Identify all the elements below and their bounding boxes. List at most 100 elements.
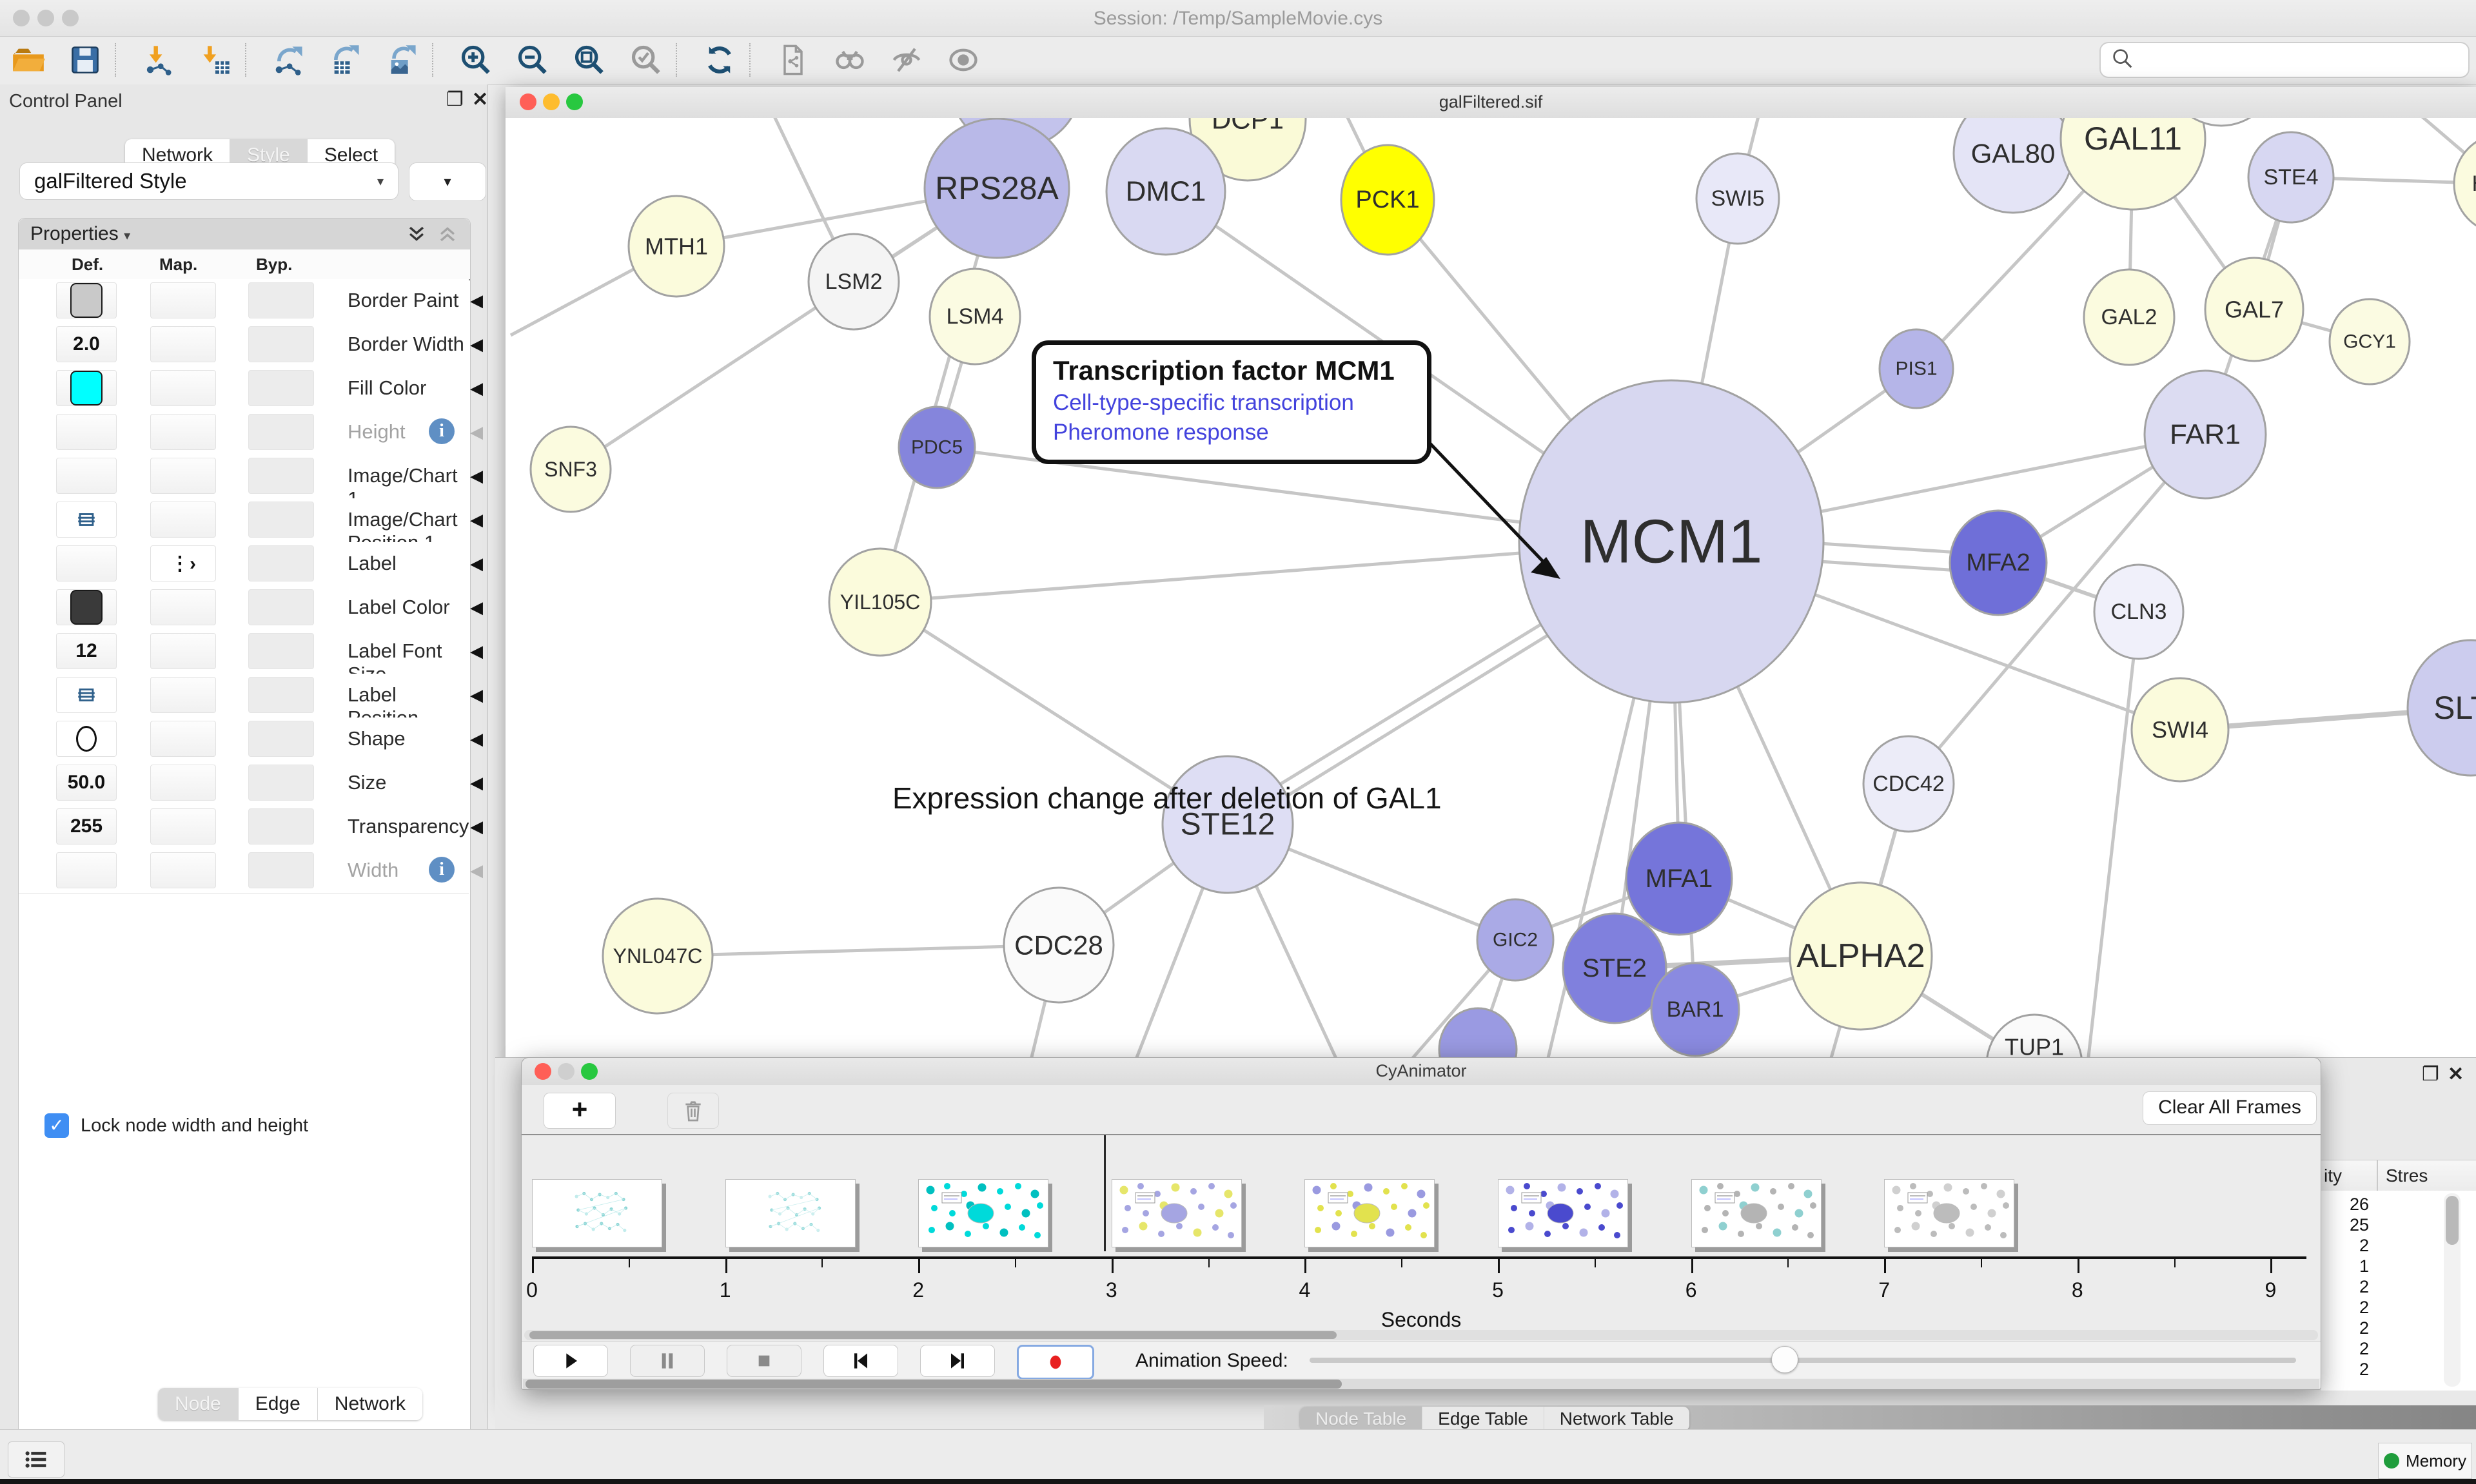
style-options-button[interactable]: ▾ <box>409 162 486 201</box>
frame-thumbnail-5[interactable] <box>1304 1179 1435 1247</box>
network-node-yil105c[interactable]: YIL105C <box>829 549 931 656</box>
mapping-cell[interactable] <box>150 502 216 538</box>
network-node-slt2[interactable]: SLT2 <box>2408 640 2476 776</box>
mapping-cell[interactable] <box>150 370 216 406</box>
default-value-cell[interactable]: 12 <box>56 633 117 669</box>
network-node-ynl047c[interactable]: YNL047C <box>603 899 712 1013</box>
tab-node-table[interactable]: Node Table <box>1300 1407 1422 1431</box>
info-icon[interactable]: i <box>429 418 455 444</box>
previous-frame-button[interactable] <box>823 1345 898 1377</box>
network-node-pdc5[interactable]: PDC5 <box>899 407 975 488</box>
network-node-gal11[interactable]: GAL11 <box>2061 118 2205 210</box>
network-node-cln3[interactable]: CLN3 <box>2094 565 2183 659</box>
stop-button[interactable] <box>727 1345 801 1377</box>
frame-thumbnail-1[interactable] <box>532 1179 662 1247</box>
frame-thumbnail-7[interactable] <box>1691 1179 1822 1247</box>
checkbox-checked-icon[interactable]: ✓ <box>44 1113 69 1138</box>
task-history-button[interactable] <box>8 1441 64 1478</box>
default-value-cell[interactable] <box>56 721 117 757</box>
mapping-cell[interactable] <box>150 765 216 801</box>
float-panel-icon[interactable]: ❐ <box>446 88 464 111</box>
memory-button[interactable]: Memory <box>2378 1443 2472 1479</box>
bypass-cell[interactable] <box>248 414 314 450</box>
expand-row-icon[interactable]: ◀ <box>470 378 483 398</box>
open-button[interactable] <box>10 42 46 78</box>
network-node-far1[interactable]: FAR1 <box>2145 371 2266 498</box>
network-node-snf3[interactable]: SNF3 <box>531 427 611 512</box>
close-panel-icon[interactable]: ✕ <box>472 88 488 111</box>
add-frame-button[interactable]: + <box>544 1093 616 1129</box>
network-edge[interactable] <box>2088 612 2139 1062</box>
property-row-label[interactable]: ⋮›Label◀ <box>19 542 469 587</box>
expand-row-icon[interactable]: ◀ <box>470 598 483 618</box>
copy-button[interactable] <box>775 42 811 78</box>
network-node-hap4[interactable]: HAP4 <box>2454 135 2476 233</box>
bypass-cell[interactable] <box>248 721 314 757</box>
zoom-selected-button[interactable] <box>628 42 664 78</box>
tab-edge[interactable]: Edge <box>239 1388 318 1420</box>
table-column-headers[interactable]: ity Stres <box>2321 1160 2476 1192</box>
expand-row-icon[interactable]: ◀ <box>470 861 483 881</box>
network-node-rps28a[interactable]: RPS28A <box>925 119 1069 258</box>
search-input[interactable] <box>2099 42 2470 78</box>
network-node-swi4[interactable]: SWI4 <box>2132 678 2228 781</box>
frame-thumbnail-6[interactable] <box>1498 1179 1628 1247</box>
clear-all-frames-button[interactable]: Clear All Frames <box>2143 1091 2317 1125</box>
column-header-ity[interactable]: ity <box>2324 1166 2342 1186</box>
network-node-mfa1[interactable]: MFA1 <box>1626 823 1732 935</box>
expand-row-icon[interactable]: ◀ <box>470 817 483 837</box>
network-node-dmc1[interactable]: DMC1 <box>1106 128 1225 255</box>
network-node-gal2[interactable]: GAL2 <box>2084 269 2174 365</box>
network-node-gal80[interactable]: GAL80 <box>1954 118 2072 213</box>
cyanimator-titlebar[interactable]: CyAnimator <box>522 1058 2321 1086</box>
mapping-cell[interactable] <box>150 326 216 362</box>
properties-header[interactable]: Properties ▾ <box>19 219 470 249</box>
bypass-cell[interactable] <box>248 545 314 581</box>
network-node-alpha2[interactable]: ALPHA2 <box>1790 883 1932 1030</box>
network-node-gic2[interactable]: GIC2 <box>1477 899 1553 981</box>
property-row-image-chart-1[interactable]: Image/Chart 1◀ <box>19 454 469 499</box>
close-panel-icon[interactable]: ✕ <box>2448 1063 2464 1086</box>
property-row-image-chart-position-1[interactable]: Image/Chart Position 1◀ <box>19 498 469 543</box>
mapping-cell[interactable] <box>150 414 216 450</box>
property-row-width[interactable]: Widthi◀ <box>19 849 469 893</box>
column-header-stress[interactable]: Stres <box>2386 1166 2428 1186</box>
default-value-cell[interactable]: 255 <box>56 808 117 845</box>
property-row-shape[interactable]: Shape◀ <box>19 718 469 762</box>
property-row-border-paint[interactable]: Border Paint◀ <box>19 279 469 324</box>
default-value-cell[interactable] <box>56 370 117 406</box>
mapping-cell[interactable] <box>150 282 216 318</box>
default-value-cell[interactable]: 50.0 <box>56 765 117 801</box>
expand-row-icon[interactable]: ◀ <box>470 773 483 793</box>
mapping-cell[interactable] <box>150 721 216 757</box>
network-node-pis1[interactable]: PIS1 <box>1880 329 1953 408</box>
import-network-button[interactable] <box>141 42 177 78</box>
network-node-bar1[interactable]: BAR1 <box>1651 963 1739 1056</box>
default-value-cell[interactable] <box>56 677 117 713</box>
refresh-button[interactable] <box>702 42 738 78</box>
timeline[interactable]: 0123456789 Seconds <box>522 1135 2321 1330</box>
mapping-cell[interactable] <box>150 852 216 888</box>
bypass-cell[interactable] <box>248 370 314 406</box>
style-selector[interactable]: galFiltered Style ▾ <box>19 162 398 200</box>
tab-edge-table[interactable]: Edge Table <box>1422 1407 1544 1431</box>
mapping-cell[interactable] <box>150 633 216 669</box>
tab-network-table[interactable]: Network Table <box>1544 1407 1689 1431</box>
frame-thumbnail-2[interactable] <box>725 1179 856 1247</box>
bypass-cell[interactable] <box>248 458 314 494</box>
expand-row-icon[interactable]: ◀ <box>470 554 483 574</box>
expand-row-icon[interactable]: ◀ <box>470 510 483 530</box>
mapping-cell[interactable] <box>150 589 216 625</box>
network-node-gal7[interactable]: GAL7 <box>2205 258 2303 361</box>
scrollbar-thumb[interactable] <box>526 1380 1342 1389</box>
bypass-cell[interactable] <box>248 589 314 625</box>
bypass-cell[interactable] <box>248 282 314 318</box>
property-row-height[interactable]: Heighti◀ <box>19 411 469 455</box>
default-value-cell[interactable] <box>56 545 117 581</box>
frame-thumbnail-3[interactable] <box>918 1179 1048 1247</box>
export-network-button[interactable] <box>271 42 307 78</box>
bypass-cell[interactable] <box>248 633 314 669</box>
expand-row-icon[interactable]: ◀ <box>470 729 483 749</box>
lock-size-row[interactable]: ✓ Lock node width and height <box>44 1113 308 1138</box>
network-node-swi5[interactable]: SWI5 <box>1696 153 1779 244</box>
